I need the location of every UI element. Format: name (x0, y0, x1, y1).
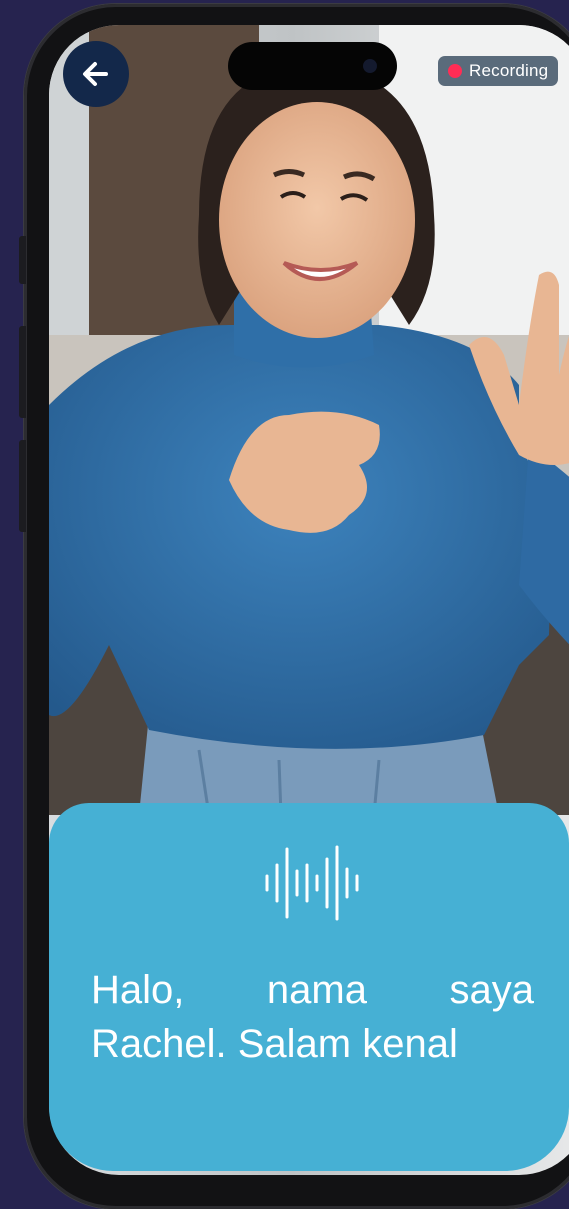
caption-text: Halo, nama saya Rachel. Salam kenal (91, 968, 534, 1066)
phone-side-button (19, 236, 26, 284)
audio-waveform-icon (265, 845, 359, 921)
front-camera (363, 59, 377, 73)
caption-panel: Halo, nama saya Rachel. Salam kenal (49, 803, 569, 1171)
dynamic-island (228, 42, 397, 90)
recording-label: Recording (469, 61, 549, 80)
back-button[interactable] (63, 41, 129, 107)
record-dot-icon (448, 64, 462, 78)
recording-badge: Recording (438, 56, 559, 86)
arrow-left-icon (83, 62, 108, 86)
phone-side-button (19, 440, 26, 532)
phone-side-button (19, 326, 26, 418)
